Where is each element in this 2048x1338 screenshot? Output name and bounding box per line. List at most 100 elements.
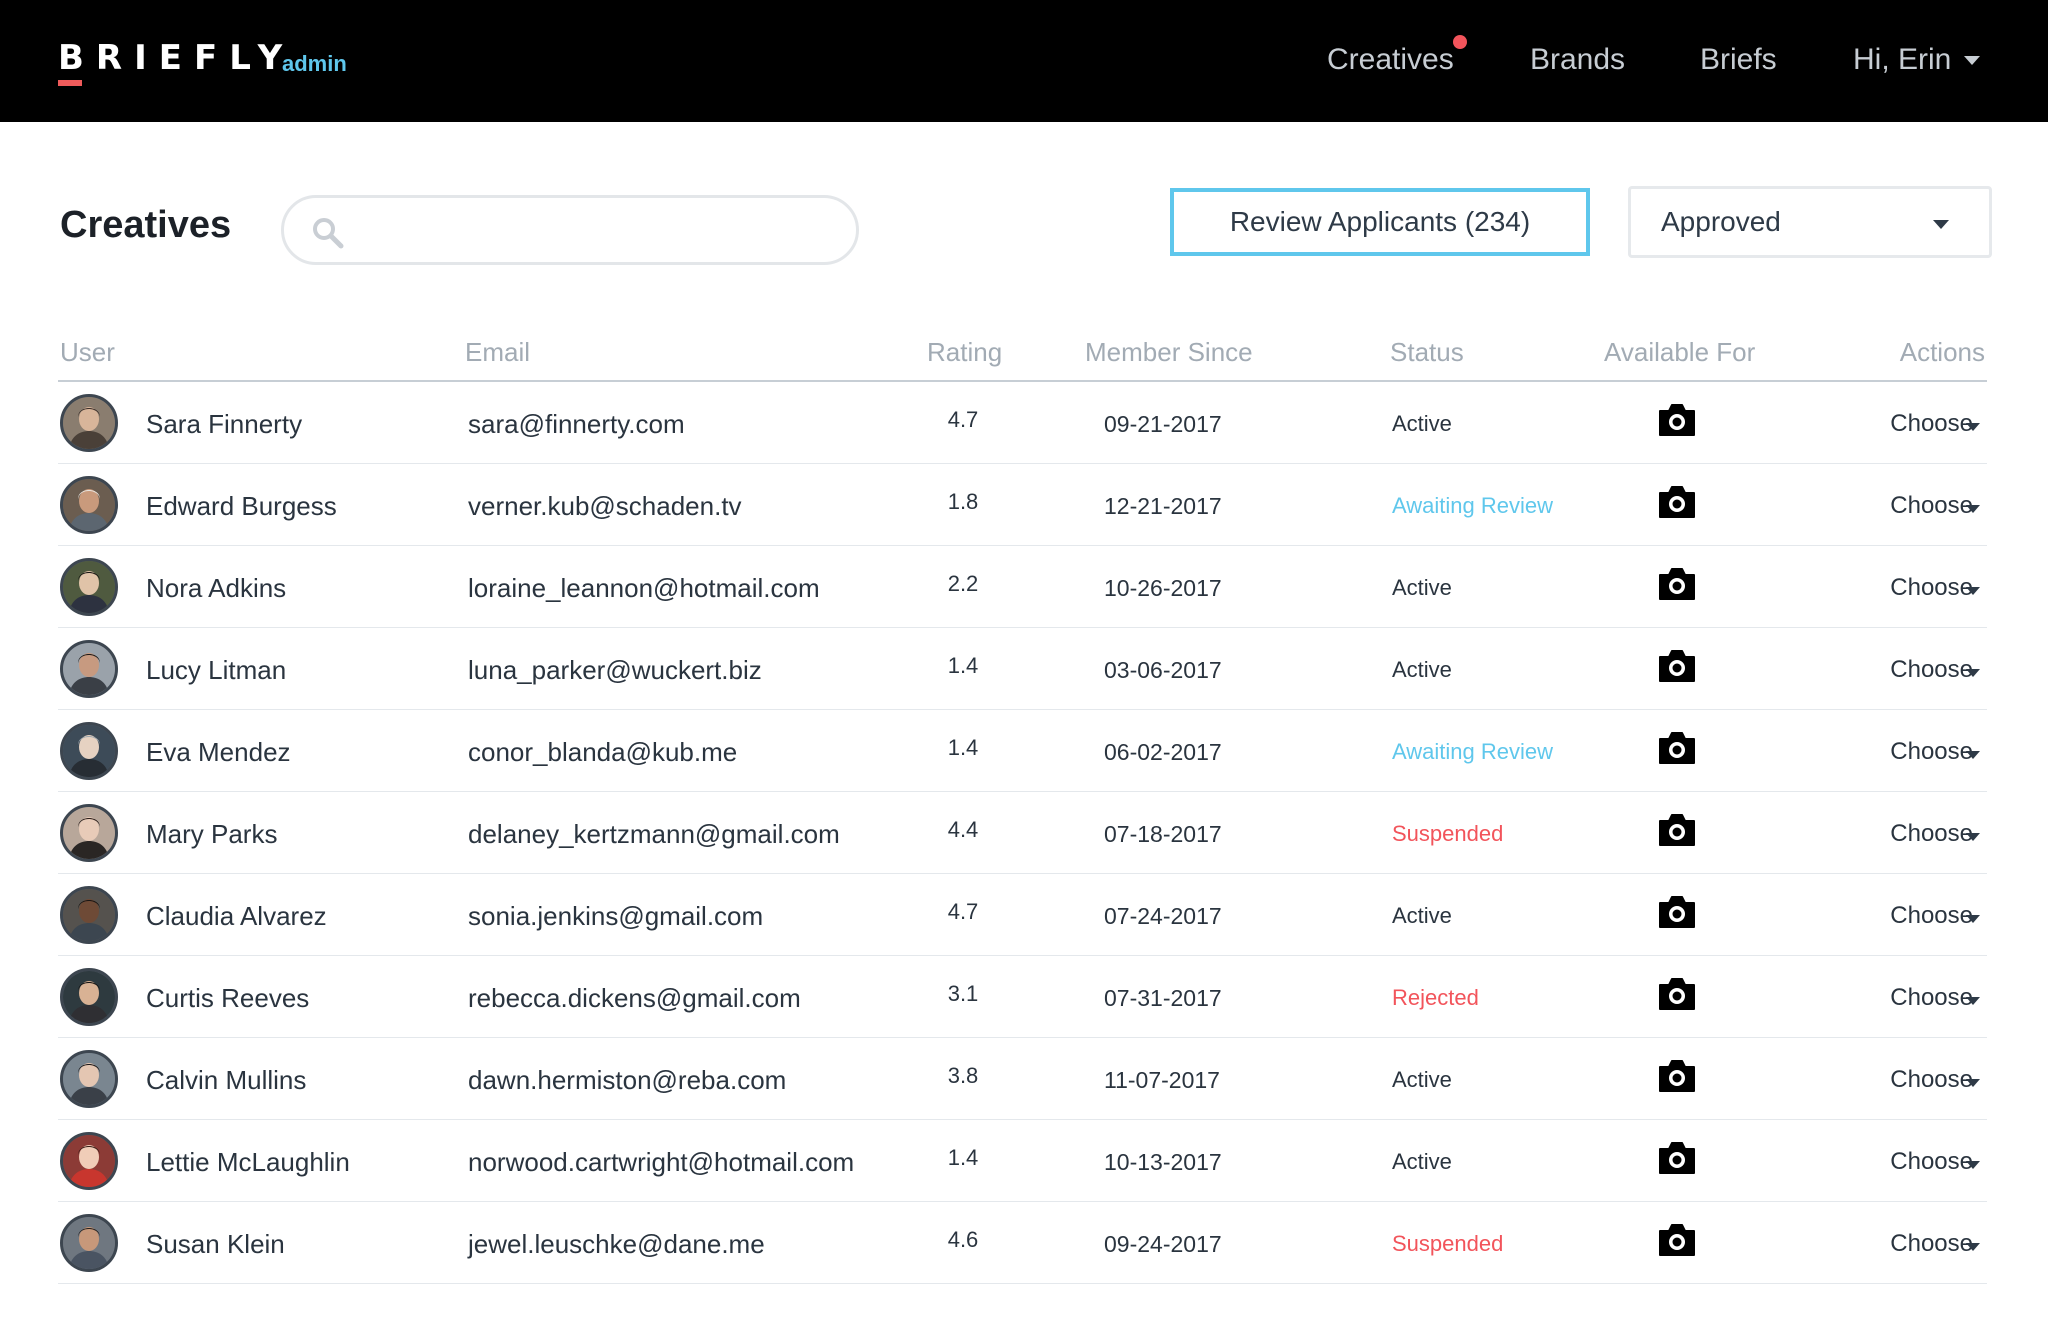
chevron-down-icon[interactable] xyxy=(1966,423,1980,431)
member-since-date: 10-26-2017 xyxy=(1104,575,1222,601)
avatar[interactable] xyxy=(60,886,118,944)
camera-icon[interactable] xyxy=(1657,894,1697,930)
column-header-status[interactable]: Status xyxy=(1390,335,1464,369)
status-label: Active xyxy=(1392,903,1452,928)
table-row[interactable]: Mary Parks delaney_kertzmann@gmail.com 4… xyxy=(0,792,2048,874)
avatar[interactable] xyxy=(60,394,118,452)
avatar-image xyxy=(63,889,115,941)
actions-dropdown[interactable]: Choose xyxy=(1890,978,1973,1018)
user-menu[interactable]: Hi, Erin xyxy=(1853,40,1951,80)
table-row[interactable]: Claudia Alvarez sonia.jenkins@gmail.com … xyxy=(0,874,2048,956)
search-box[interactable] xyxy=(281,195,859,265)
chevron-down-icon[interactable] xyxy=(1966,1079,1980,1087)
chevron-down-icon[interactable] xyxy=(1966,505,1980,513)
camera-icon[interactable] xyxy=(1657,730,1697,766)
table-row[interactable]: Edward Burgess verner.kub@schaden.tv 1.8… xyxy=(0,464,2048,546)
actions-dropdown[interactable]: Choose xyxy=(1890,1060,1973,1100)
chevron-down-icon[interactable] xyxy=(1966,915,1980,923)
member-since-date: 07-18-2017 xyxy=(1104,821,1222,847)
actions-dropdown[interactable]: Choose xyxy=(1890,404,1973,444)
camera-icon[interactable] xyxy=(1657,1058,1697,1094)
table-row[interactable]: Lettie McLaughlin norwood.cartwright@hot… xyxy=(0,1120,2048,1202)
member-since-date: 07-24-2017 xyxy=(1104,903,1222,929)
camera-icon[interactable] xyxy=(1657,812,1697,848)
status-filter-select[interactable]: Approved xyxy=(1628,186,1992,258)
actions-dropdown[interactable]: Choose xyxy=(1890,1224,1973,1264)
table-row[interactable]: Curtis Reeves rebecca.dickens@gmail.com … xyxy=(0,956,2048,1038)
camera-icon[interactable] xyxy=(1657,976,1697,1012)
avatar-image xyxy=(63,561,115,613)
chevron-down-icon[interactable] xyxy=(1966,669,1980,677)
column-header-user[interactable]: User xyxy=(60,335,115,369)
table-row[interactable]: Sara Finnerty sara@finnerty.com 4.7 09-2… xyxy=(0,382,2048,464)
status-filter-value: Approved xyxy=(1661,206,1781,237)
actions-dropdown[interactable]: Choose xyxy=(1890,650,1973,690)
camera-icon[interactable] xyxy=(1657,566,1697,602)
user-email: delaney_kertzmann@gmail.com xyxy=(468,819,840,849)
actions-dropdown[interactable]: Choose xyxy=(1890,486,1973,526)
table-row[interactable]: Eva Mendez conor_blanda@kub.me 1.4 06-02… xyxy=(0,710,2048,792)
user-name[interactable]: Claudia Alvarez xyxy=(146,896,327,936)
user-name[interactable]: Eva Mendez xyxy=(146,732,291,772)
chevron-down-icon[interactable] xyxy=(1966,751,1980,759)
avatar[interactable] xyxy=(60,804,118,862)
table-row[interactable]: Susan Klein jewel.leuschke@dane.me 4.6 0… xyxy=(0,1202,2048,1284)
review-applicants-button[interactable]: Review Applicants (234) xyxy=(1170,188,1590,256)
row-divider xyxy=(58,1283,1987,1284)
camera-icon[interactable] xyxy=(1657,648,1697,684)
actions-dropdown[interactable]: Choose xyxy=(1890,814,1973,854)
avatar[interactable] xyxy=(60,1050,118,1108)
member-since-date: 07-31-2017 xyxy=(1104,985,1222,1011)
camera-icon[interactable] xyxy=(1657,1222,1697,1258)
chevron-down-icon[interactable] xyxy=(1966,1243,1980,1251)
member-since-date: 06-02-2017 xyxy=(1104,739,1222,765)
column-header-actions: Actions xyxy=(1899,337,1985,367)
chevron-down-icon[interactable] xyxy=(1966,833,1980,841)
user-name[interactable]: Susan Klein xyxy=(146,1224,285,1264)
brand-sub-label: admin xyxy=(282,51,347,76)
member-since-date: 11-07-2017 xyxy=(1104,1067,1220,1093)
column-header-member-since[interactable]: Member Since xyxy=(1085,335,1253,369)
user-name[interactable]: Calvin Mullins xyxy=(146,1060,306,1100)
camera-icon[interactable] xyxy=(1657,402,1697,438)
user-name[interactable]: Mary Parks xyxy=(146,814,277,854)
avatar[interactable] xyxy=(60,1132,118,1190)
search-input[interactable] xyxy=(354,206,834,254)
avatar[interactable] xyxy=(60,476,118,534)
user-name[interactable]: Edward Burgess xyxy=(146,486,337,526)
member-since-date: 03-06-2017 xyxy=(1104,657,1222,683)
chevron-down-icon[interactable] xyxy=(1966,997,1980,1005)
user-rating: 2.2 xyxy=(947,571,979,596)
avatar[interactable] xyxy=(60,640,118,698)
actions-dropdown[interactable]: Choose xyxy=(1890,896,1973,936)
nav-item-briefs[interactable]: Briefs xyxy=(1700,40,1777,80)
user-name[interactable]: Lucy Litman xyxy=(146,650,286,690)
nav-item-brands[interactable]: Brands xyxy=(1530,40,1625,80)
user-name[interactable]: Nora Adkins xyxy=(146,568,286,608)
table-row[interactable]: Nora Adkins loraine_leannon@hotmail.com … xyxy=(0,546,2048,628)
table-row[interactable]: Lucy Litman luna_parker@wuckert.biz 1.4 … xyxy=(0,628,2048,710)
brand-logo[interactable]: BRIEFLY xyxy=(58,38,294,78)
actions-dropdown[interactable]: Choose xyxy=(1890,1142,1973,1182)
camera-icon[interactable] xyxy=(1657,484,1697,520)
avatar[interactable] xyxy=(60,722,118,780)
camera-icon[interactable] xyxy=(1657,1140,1697,1176)
chevron-down-icon[interactable] xyxy=(1966,587,1980,595)
column-header-email[interactable]: Email xyxy=(465,335,530,369)
table-row[interactable]: Calvin Mullins dawn.hermiston@reba.com 3… xyxy=(0,1038,2048,1120)
avatar[interactable] xyxy=(60,558,118,616)
avatar[interactable] xyxy=(60,1214,118,1272)
avatar-image xyxy=(63,1217,115,1269)
user-name[interactable]: Sara Finnerty xyxy=(146,404,302,444)
user-name[interactable]: Curtis Reeves xyxy=(146,978,309,1018)
user-rating: 4.4 xyxy=(947,817,979,842)
chevron-down-icon[interactable] xyxy=(1964,56,1980,65)
nav-item-creatives[interactable]: Creatives xyxy=(1327,40,1454,80)
chevron-down-icon[interactable] xyxy=(1966,1161,1980,1169)
actions-dropdown[interactable]: Choose xyxy=(1890,732,1973,772)
column-header-available-for[interactable]: Available For xyxy=(1604,335,1755,369)
user-name[interactable]: Lettie McLaughlin xyxy=(146,1142,350,1182)
avatar[interactable] xyxy=(60,968,118,1026)
column-header-rating[interactable]: Rating xyxy=(927,335,1002,369)
actions-dropdown[interactable]: Choose xyxy=(1890,568,1973,608)
